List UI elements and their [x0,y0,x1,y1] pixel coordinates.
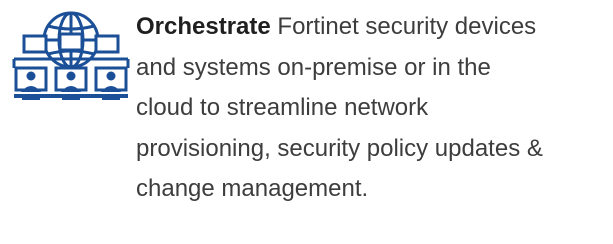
feature-block: Orchestrate Fortinet security devices an… [0,0,613,244]
description-line-5: change management. [136,175,369,202]
description-line-1-text: Fortinet security devices [270,13,537,40]
description-line-1: Orchestrate Fortinet security devices [136,7,611,48]
feature-headline: Orchestrate [136,13,271,40]
description-line-3: cloud to streamline network [136,94,429,121]
description-line-2: and systems on-premise or in the [136,53,491,81]
feature-description: Orchestrate Fortinet security devices an… [136,7,611,210]
globe-network-monitors-users-icon [12,10,130,102]
description-line-4: provisioning, security policy updates & [136,134,543,162]
